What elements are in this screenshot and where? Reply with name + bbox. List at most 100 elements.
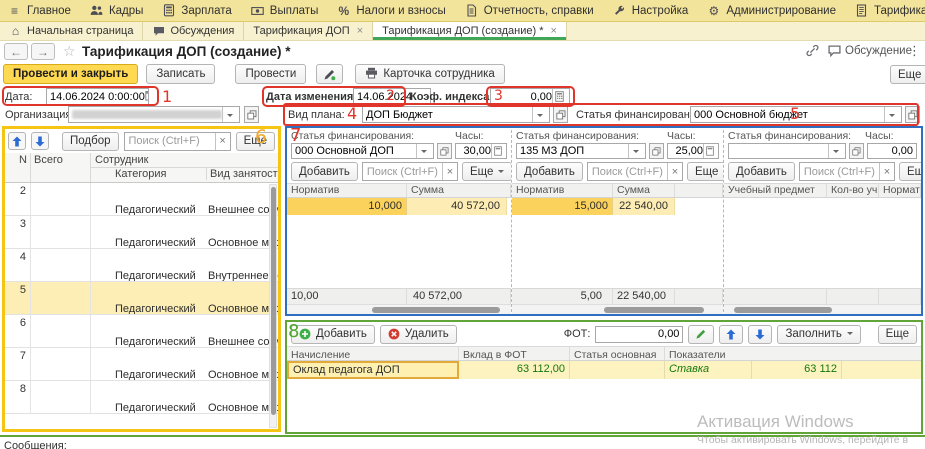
more-button[interactable]: Еще [462,162,511,181]
accruals-more-button[interactable]: Еще [878,325,917,344]
clear-search-icon[interactable]: × [442,163,457,180]
chevron-down-icon[interactable] [222,107,236,122]
delete-accrual-button[interactable]: Удалить [380,325,457,344]
hours-input[interactable]: 25,00 [667,143,719,159]
discussion-link[interactable]: Обсуждение [845,45,912,57]
funding-article-input[interactable]: 000 Основной ДОП [291,143,434,159]
employee-employment: Внешнее совм [208,336,278,347]
horizontal-scrollbar[interactable] [512,304,723,314]
chevron-down-icon[interactable] [532,107,546,122]
kebab-menu-icon[interactable]: ⋮ [908,43,921,59]
accrual-row-selected[interactable]: Оклад педагога ДОП 63 112,00 Ставка 63 1… [287,361,921,379]
clear-search-icon[interactable]: × [667,163,682,180]
calculator-button-icon[interactable] [552,89,566,104]
funding-row-selected[interactable]: 10,00040 572,00 [287,198,511,215]
chevron-down-icon[interactable] [884,107,898,122]
funding-article-open-icon[interactable] [437,143,452,159]
move-up-icon[interactable] [8,132,26,150]
employee-row[interactable]: 6 ПедагогическийВнешнее совм [5,315,278,348]
move-down-icon[interactable] [748,325,772,344]
employees-more-button[interactable]: Еще [236,132,275,151]
search-input[interactable]: Поиск (Ctrl+F)× [362,162,458,181]
menu-item-settings[interactable]: Настройка [613,4,689,17]
menu-item-tariffication[interactable]: Тарификация [855,4,925,17]
form-more-button[interactable]: Еще [890,65,925,84]
tab-home[interactable]: ⌂ Начальная страница [0,22,143,40]
more-button[interactable]: Еще [899,162,921,181]
menu-item-administration[interactable]: ⚙ Администрирование [707,4,836,17]
index-coef-input[interactable]: 0,00 [490,88,570,105]
favorite-star-icon[interactable]: ☆ [63,43,76,60]
organization-input[interactable] [68,106,240,123]
funding-item-open-icon[interactable] [905,106,920,123]
clear-search-icon[interactable]: × [879,163,894,180]
close-icon[interactable]: × [357,25,363,37]
back-button[interactable]: ← [4,43,28,60]
funding-article-open-icon[interactable] [649,143,664,159]
menu-item-main[interactable]: ≡ Главное [8,4,71,17]
vertical-scrollbar[interactable] [269,184,277,428]
employees-search-input[interactable]: Поиск (Ctrl+F) × [124,132,231,151]
search-input[interactable]: Поиск (Ctrl+F)× [587,162,683,181]
menu-item-payments[interactable]: Выплаты [251,4,319,17]
tab-tariffication-dop[interactable]: Тарификация ДОП × [244,22,373,40]
move-down-icon[interactable] [31,132,49,150]
hours-input[interactable]: 30,00 [455,143,507,159]
funding-article-input[interactable]: 135 МЗ ДОП [516,143,646,159]
chevron-down-icon[interactable] [628,144,642,158]
discussion-icon[interactable] [828,45,841,60]
move-up-icon[interactable] [719,325,743,344]
pick-employees-button[interactable]: Подбор [62,132,119,151]
add-button[interactable]: Добавить [516,162,583,181]
funding-item-input[interactable]: 000 Основной бюджет [690,106,902,123]
scrollbar-thumb[interactable] [604,307,704,313]
employee-row[interactable]: 8 ПедагогическийОсновное мес [5,381,278,414]
add-accrual-button[interactable]: Добавить [291,325,375,344]
chevron-down-icon[interactable] [828,144,842,158]
funding-row-selected[interactable]: 15,00022 540,00 [512,198,723,215]
menu-item-reports[interactable]: Отчетность, справки [465,4,594,17]
close-icon[interactable]: × [551,25,557,37]
menu-item-staff[interactable]: Кадры [90,4,143,17]
more-button[interactable]: Еще [687,162,723,181]
tab-tariffication-dop-new[interactable]: Тарификация ДОП (создание) * × [373,22,567,40]
scrollbar-thumb[interactable] [734,307,832,313]
fill-button[interactable]: Заполнить [777,325,860,344]
add-button[interactable]: Добавить [728,162,795,181]
hours-input[interactable]: 0,00 [867,143,917,159]
add-button[interactable]: Добавить [291,162,358,181]
employee-card-button[interactable]: Карточка сотрудника [355,64,504,84]
chevron-down-icon[interactable] [416,144,430,158]
horizontal-scrollbar[interactable] [287,304,511,314]
menu-item-salary[interactable]: Зарплата [162,4,231,17]
funding-article-open-icon[interactable] [849,143,864,159]
sign-pen-icon[interactable] [316,64,343,84]
calendar-icon[interactable] [145,90,149,104]
clear-search-icon[interactable]: × [215,133,230,150]
search-input[interactable]: Поиск (Ctrl+F)× [799,162,895,181]
plan-kind-input[interactable]: ДОП Бюджет [362,106,550,123]
link-icon[interactable] [806,44,819,60]
post-button[interactable]: Провести [235,64,306,84]
employee-row[interactable]: 3 ПедагогическийОсновное мес [5,216,278,249]
calculator-button-icon[interactable] [703,144,715,158]
plan-kind-open-icon[interactable] [553,106,568,123]
menu-item-taxes[interactable]: % Налоги и взносы [337,4,445,17]
calculator-button-icon[interactable] [491,144,503,158]
write-button[interactable]: Записать [146,64,215,84]
organization-open-icon[interactable] [244,106,259,123]
forward-button[interactable]: → [31,43,55,60]
employee-row[interactable]: 4 ПедагогическийВнутреннее со [5,249,278,282]
employee-row-selected[interactable]: 5 ПедагогическийОсновное мес [5,282,278,315]
scrollbar-thumb[interactable] [271,187,276,415]
funding-article-input[interactable] [728,143,846,159]
scrollbar-thumb[interactable] [372,307,500,313]
post-and-close-button[interactable]: Провести и закрыть [3,64,138,84]
horizontal-scrollbar[interactable] [724,304,921,314]
employee-row[interactable]: 2 ПедагогическийВнешнее совм [5,183,278,216]
employee-row[interactable]: 7 ПедагогическийОсновное мес [5,348,278,381]
fot-input[interactable]: 0,00 [595,326,683,343]
tab-discussions[interactable]: Обсуждения [143,22,244,40]
date-input[interactable]: 14.06.2024 0:00:00 [46,88,149,105]
edit-pencil-icon[interactable] [688,325,714,344]
